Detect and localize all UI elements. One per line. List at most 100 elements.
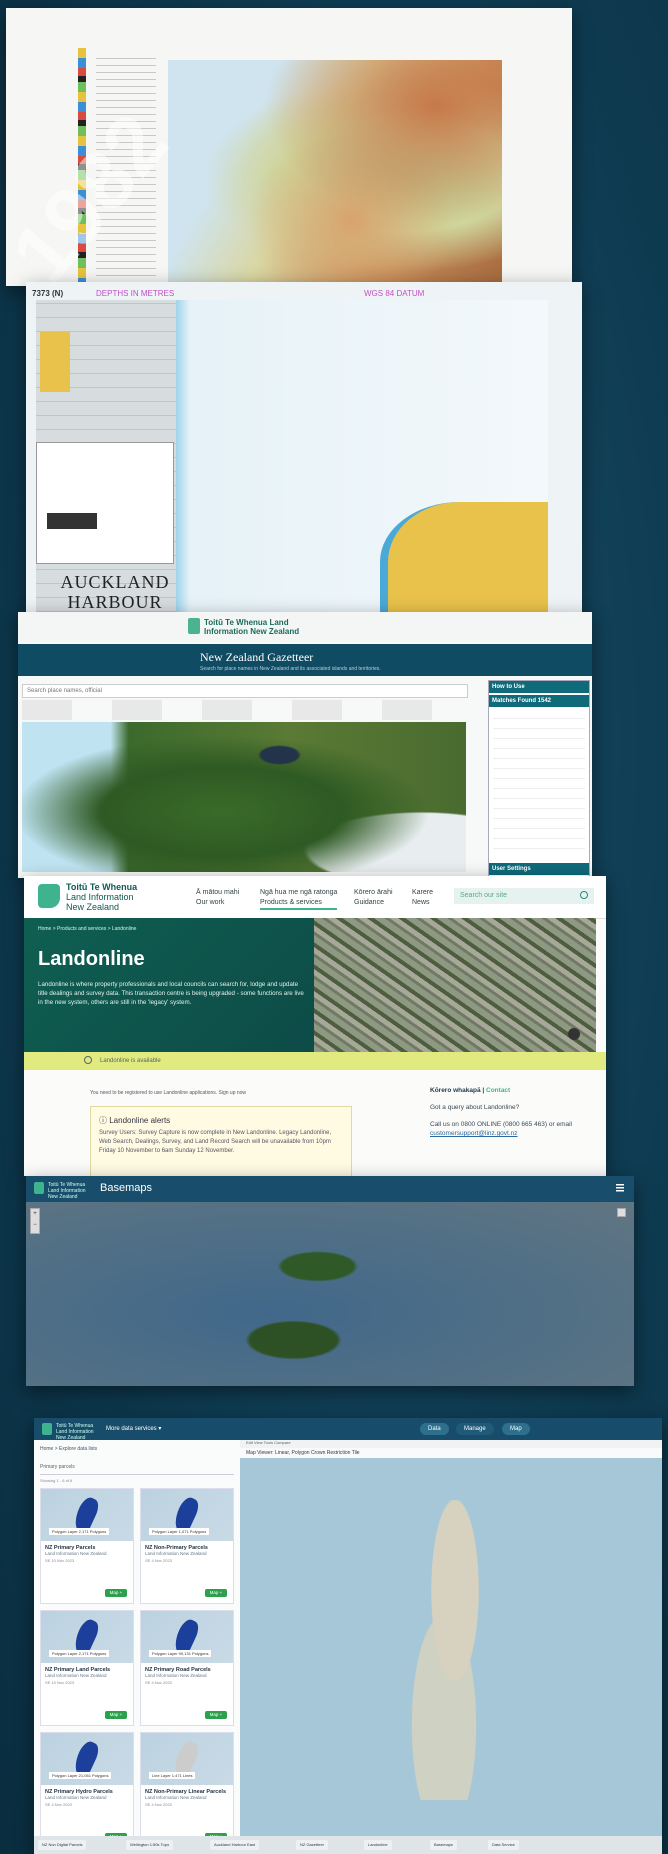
nav-products-services[interactable]: Ngā hua me ngā ratonga Products & servic… — [260, 888, 338, 910]
add-to-map-button[interactable]: Map + — [205, 1589, 227, 1597]
list-item[interactable] — [493, 789, 585, 799]
how-to-use-header[interactable]: How to Use — [489, 681, 589, 693]
chart-logo — [47, 513, 97, 529]
hamburger-menu-icon[interactable] — [616, 1184, 624, 1192]
dataset-card[interactable]: Line Layer 1,471 Lines NZ Non-Primary Li… — [140, 1732, 234, 1848]
photo-info-button[interactable] — [568, 1028, 580, 1040]
gazetteer-search-input[interactable]: Search place names, official — [22, 684, 468, 698]
search-icon[interactable] — [580, 891, 588, 899]
list-item[interactable] — [493, 819, 585, 829]
dataset-name[interactable]: NZ Non-Primary Linear Parcels — [141, 1785, 233, 1795]
taskbar-item[interactable]: NZ Non Digital Parcels — [38, 1840, 87, 1850]
dataset-card[interactable]: Polygon Layer 2,171 Polygons NZ Primary … — [40, 1488, 134, 1604]
nav-label-en: Our work — [196, 899, 225, 906]
add-to-map-button[interactable]: Map + — [205, 1711, 227, 1719]
basemaps-map[interactable] — [26, 1202, 634, 1386]
dataset-card[interactable]: Polygon Layer 90,131 Polygons NZ Primary… — [140, 1610, 234, 1726]
dataset-meta: SE 4 Nov 2023 — [145, 1802, 172, 1807]
dataset-meta: SE 4 Nov 2023 — [45, 1802, 72, 1807]
dataset-thumbnail: Polygon Layer 2,171 Polygons — [41, 1489, 133, 1541]
chart-header: 7373 (N) DEPTHS IN METRES WGS 84 DATUM — [26, 286, 582, 300]
add-to-map-button[interactable]: Map + — [105, 1711, 127, 1719]
list-item[interactable] — [493, 729, 585, 739]
nz-map[interactable] — [400, 1500, 510, 1800]
basemaps-panel: Toitū Te Whenua Land Information New Zea… — [26, 1176, 634, 1386]
contact-call: Call us on 0800 ONLINE (0800 665 463) or… — [430, 1121, 572, 1128]
list-item[interactable] — [493, 719, 585, 729]
dataset-card[interactable]: Polygon Layer 21,061 Polygons NZ Primary… — [40, 1732, 134, 1848]
list-item[interactable] — [493, 739, 585, 749]
gazetteer-filters[interactable] — [22, 700, 462, 720]
user-settings-header[interactable]: User Settings — [489, 863, 589, 875]
dataset-meta: SE 10 Nov 2023 — [45, 1558, 75, 1563]
dataset-meta: SE 4 Nov 2023 — [145, 1680, 172, 1685]
layer-label: Polygon Layer 2,171 Polygons — [49, 1650, 110, 1657]
dataset-name[interactable]: NZ Primary Land Parcels — [41, 1663, 133, 1673]
list-item[interactable] — [493, 809, 585, 819]
dataset-name[interactable]: NZ Primary Hydro Parcels — [41, 1785, 133, 1795]
taskbar-item[interactable]: Wellington 1:50k Topo — [126, 1840, 174, 1850]
taskbar-item[interactable]: Basemaps — [430, 1840, 457, 1850]
results-list — [489, 709, 589, 849]
list-item[interactable] — [493, 829, 585, 839]
map-viewer-tabs[interactable]: Edit View Tools Compare — [240, 1440, 662, 1448]
map-viewer-pane[interactable]: Edit View Tools Compare Map Viewer: Line… — [240, 1440, 662, 1836]
linz-logo-icon[interactable] — [34, 1182, 44, 1194]
fullscreen-icon[interactable] — [617, 1208, 626, 1217]
filter-input[interactable]: Primary parcels — [40, 1464, 234, 1475]
dataset-name[interactable]: NZ Primary Parcels — [41, 1541, 133, 1551]
map-button[interactable]: Map — [502, 1423, 530, 1435]
basemaps-org: Toitū Te Whenua Land Information New Zea… — [48, 1182, 86, 1200]
dataset-card[interactable]: Polygon Layer 2,171 Polygons NZ Primary … — [40, 1610, 134, 1726]
list-item[interactable] — [493, 779, 585, 789]
breadcrumb[interactable]: Home > Explore data lists — [40, 1446, 97, 1452]
taskbar: NZ Non Digital Parcels Wellington 1:50k … — [34, 1836, 662, 1854]
layer-label: Polygon Layer 90,131 Polygons — [149, 1650, 212, 1657]
chart-datum: WGS 84 DATUM — [364, 289, 425, 298]
nav-our-work[interactable]: Ā mātou mahi Our work — [196, 888, 239, 908]
list-item[interactable] — [493, 839, 585, 849]
site-logo[interactable]: Toitū Te Whenua Land Information New Zea… — [66, 882, 137, 912]
nav-label-en: Products & services — [260, 899, 322, 906]
data-service-header: Toitū Te Whenua Land Information New Zea… — [34, 1418, 662, 1441]
nav-guidance[interactable]: Kōrero ārahi Guidance — [354, 888, 393, 908]
layer-label: Polygon Layer 1,071 Polygons — [149, 1528, 210, 1535]
logo-line-1: Toitū Te Whenua — [66, 882, 138, 892]
site-search-input[interactable]: Search our site — [454, 888, 594, 904]
landonline-panel: Toitū Te Whenua Land Information New Zea… — [24, 876, 606, 1176]
list-item[interactable] — [493, 769, 585, 779]
contact-email-link[interactable]: customersupport@linz.govt.nz — [430, 1129, 600, 1138]
data-button[interactable]: Data — [420, 1423, 449, 1435]
topographic-map[interactable] — [168, 60, 502, 286]
zoom-out-button[interactable]: − — [31, 1220, 39, 1231]
dataset-card[interactable]: Polygon Layer 1,071 Polygons NZ Non-Prim… — [140, 1488, 234, 1604]
status-banner: Landonline is available — [24, 1052, 606, 1070]
taskbar-item[interactable]: NZ Gazetteer — [296, 1840, 329, 1850]
nav-label-mi: Ā mātou mahi — [196, 889, 240, 896]
taskbar-item[interactable]: Data Service — [488, 1840, 519, 1850]
linz-logo-icon[interactable] — [38, 884, 60, 908]
taskbar-item[interactable]: Auckland Harbour East — [210, 1840, 260, 1850]
dataset-name[interactable]: NZ Primary Road Parcels — [141, 1663, 233, 1673]
more-services-menu[interactable]: More data services ▾ — [106, 1425, 161, 1432]
gazetteer-map[interactable] — [22, 722, 466, 872]
zoom-in-button[interactable]: + — [31, 1209, 39, 1220]
linz-logo-icon[interactable] — [42, 1423, 52, 1435]
page-title: Landonline — [38, 948, 145, 970]
chart-inset-land — [40, 332, 70, 392]
check-icon — [84, 1056, 92, 1065]
taskbar-item[interactable]: Landonline — [364, 1840, 392, 1850]
list-item[interactable] — [493, 709, 585, 719]
list-item[interactable] — [493, 799, 585, 809]
nav-news[interactable]: Karere News — [412, 888, 433, 908]
list-item[interactable] — [493, 749, 585, 759]
breadcrumb[interactable]: Home > Products and services > Landonlin… — [38, 926, 136, 932]
add-to-map-button[interactable]: Map + — [105, 1589, 127, 1597]
map-viewer-title: Map Viewer: Linear, Polygon Crown Restri… — [240, 1448, 662, 1458]
list-item[interactable] — [493, 759, 585, 769]
gazetteer-brand-bar: Toitū Te Whenua Land Information New Zea… — [18, 612, 592, 642]
dataset-thumbnail: Line Layer 1,471 Lines — [141, 1733, 233, 1785]
dataset-name[interactable]: NZ Non-Primary Parcels — [141, 1541, 233, 1551]
basemaps-header: Toitū Te Whenua Land Information New Zea… — [26, 1176, 634, 1202]
manage-button[interactable]: Manage — [456, 1423, 494, 1435]
